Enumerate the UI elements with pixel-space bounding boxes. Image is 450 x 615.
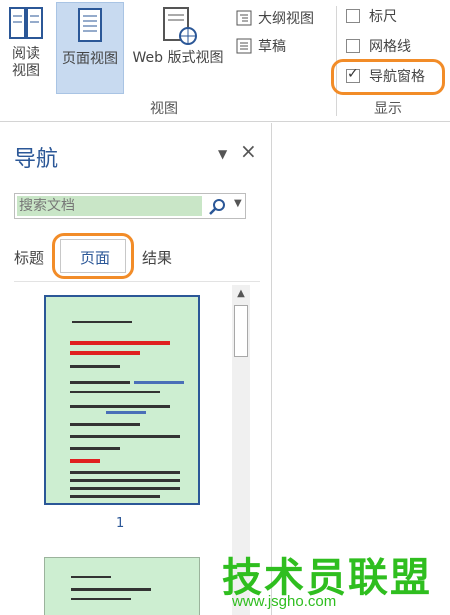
web-layout-label: Web 版式视图 — [132, 50, 224, 66]
scroll-up-arrow-icon[interactable]: ▲ — [232, 285, 250, 303]
ruler-checkbox[interactable]: 标尺 — [346, 6, 397, 26]
ruler-label: 标尺 — [369, 9, 397, 25]
print-layout-icon — [78, 8, 102, 42]
navigation-pane: 导航 ▼ × 搜索文档 ▼ 标题 页面 结果 1 ▲ — [0, 123, 272, 615]
watermark-url: www.jsgho.com — [232, 593, 337, 610]
outline-icon — [236, 10, 252, 26]
search-input[interactable]: 搜索文档 — [17, 196, 202, 216]
ribbon: 阅读视图 页面视图 Web 版式视图 大纲视图 草稿 视图 标尺 网格线 ✓ 导… — [0, 0, 450, 122]
nav-title: 导航 — [14, 147, 59, 172]
search-icon[interactable] — [208, 197, 228, 217]
reading-view-button[interactable]: 阅读视图 — [4, 2, 48, 94]
page-thumbnail-2[interactable] — [44, 557, 200, 615]
outline-label: 大纲视图 — [258, 11, 314, 27]
tab-headings[interactable]: 标题 — [14, 247, 44, 268]
pages-tab-highlight — [52, 233, 134, 279]
print-layout-label: 页面视图 — [62, 51, 118, 67]
page-thumbnail-1[interactable] — [44, 295, 200, 505]
views-group-label: 视图 — [150, 101, 178, 117]
scrollbar-thumb[interactable] — [234, 305, 248, 357]
ruler-check-box — [346, 9, 360, 23]
web-layout-button[interactable]: Web 版式视图 — [126, 2, 230, 94]
page-number-label: 1 — [116, 516, 125, 531]
draft-icon — [236, 38, 252, 54]
reading-view-label: 阅读视图 — [12, 46, 40, 79]
web-layout-icon — [163, 7, 197, 45]
document-area — [273, 123, 450, 615]
draft-label: 草稿 — [258, 39, 286, 55]
print-layout-button[interactable]: 页面视图 — [56, 2, 124, 94]
tab-divider — [14, 281, 260, 282]
show-group-label: 显示 — [374, 101, 402, 117]
navigation-pane-highlight — [331, 59, 445, 95]
outline-button[interactable]: 大纲视图 — [236, 8, 314, 28]
reading-view-icon — [9, 7, 43, 39]
close-icon[interactable]: × — [240, 139, 257, 163]
gridlines-label: 网格线 — [369, 39, 411, 55]
search-box[interactable]: 搜索文档 ▼ — [14, 193, 246, 219]
draft-button[interactable]: 草稿 — [236, 36, 286, 56]
nav-options-dropdown-icon[interactable]: ▼ — [218, 147, 227, 161]
gridlines-check-box — [346, 39, 360, 53]
gridlines-checkbox[interactable]: 网格线 — [346, 36, 411, 56]
search-options-dropdown-icon[interactable]: ▼ — [234, 198, 242, 209]
tab-results[interactable]: 结果 — [142, 247, 172, 268]
